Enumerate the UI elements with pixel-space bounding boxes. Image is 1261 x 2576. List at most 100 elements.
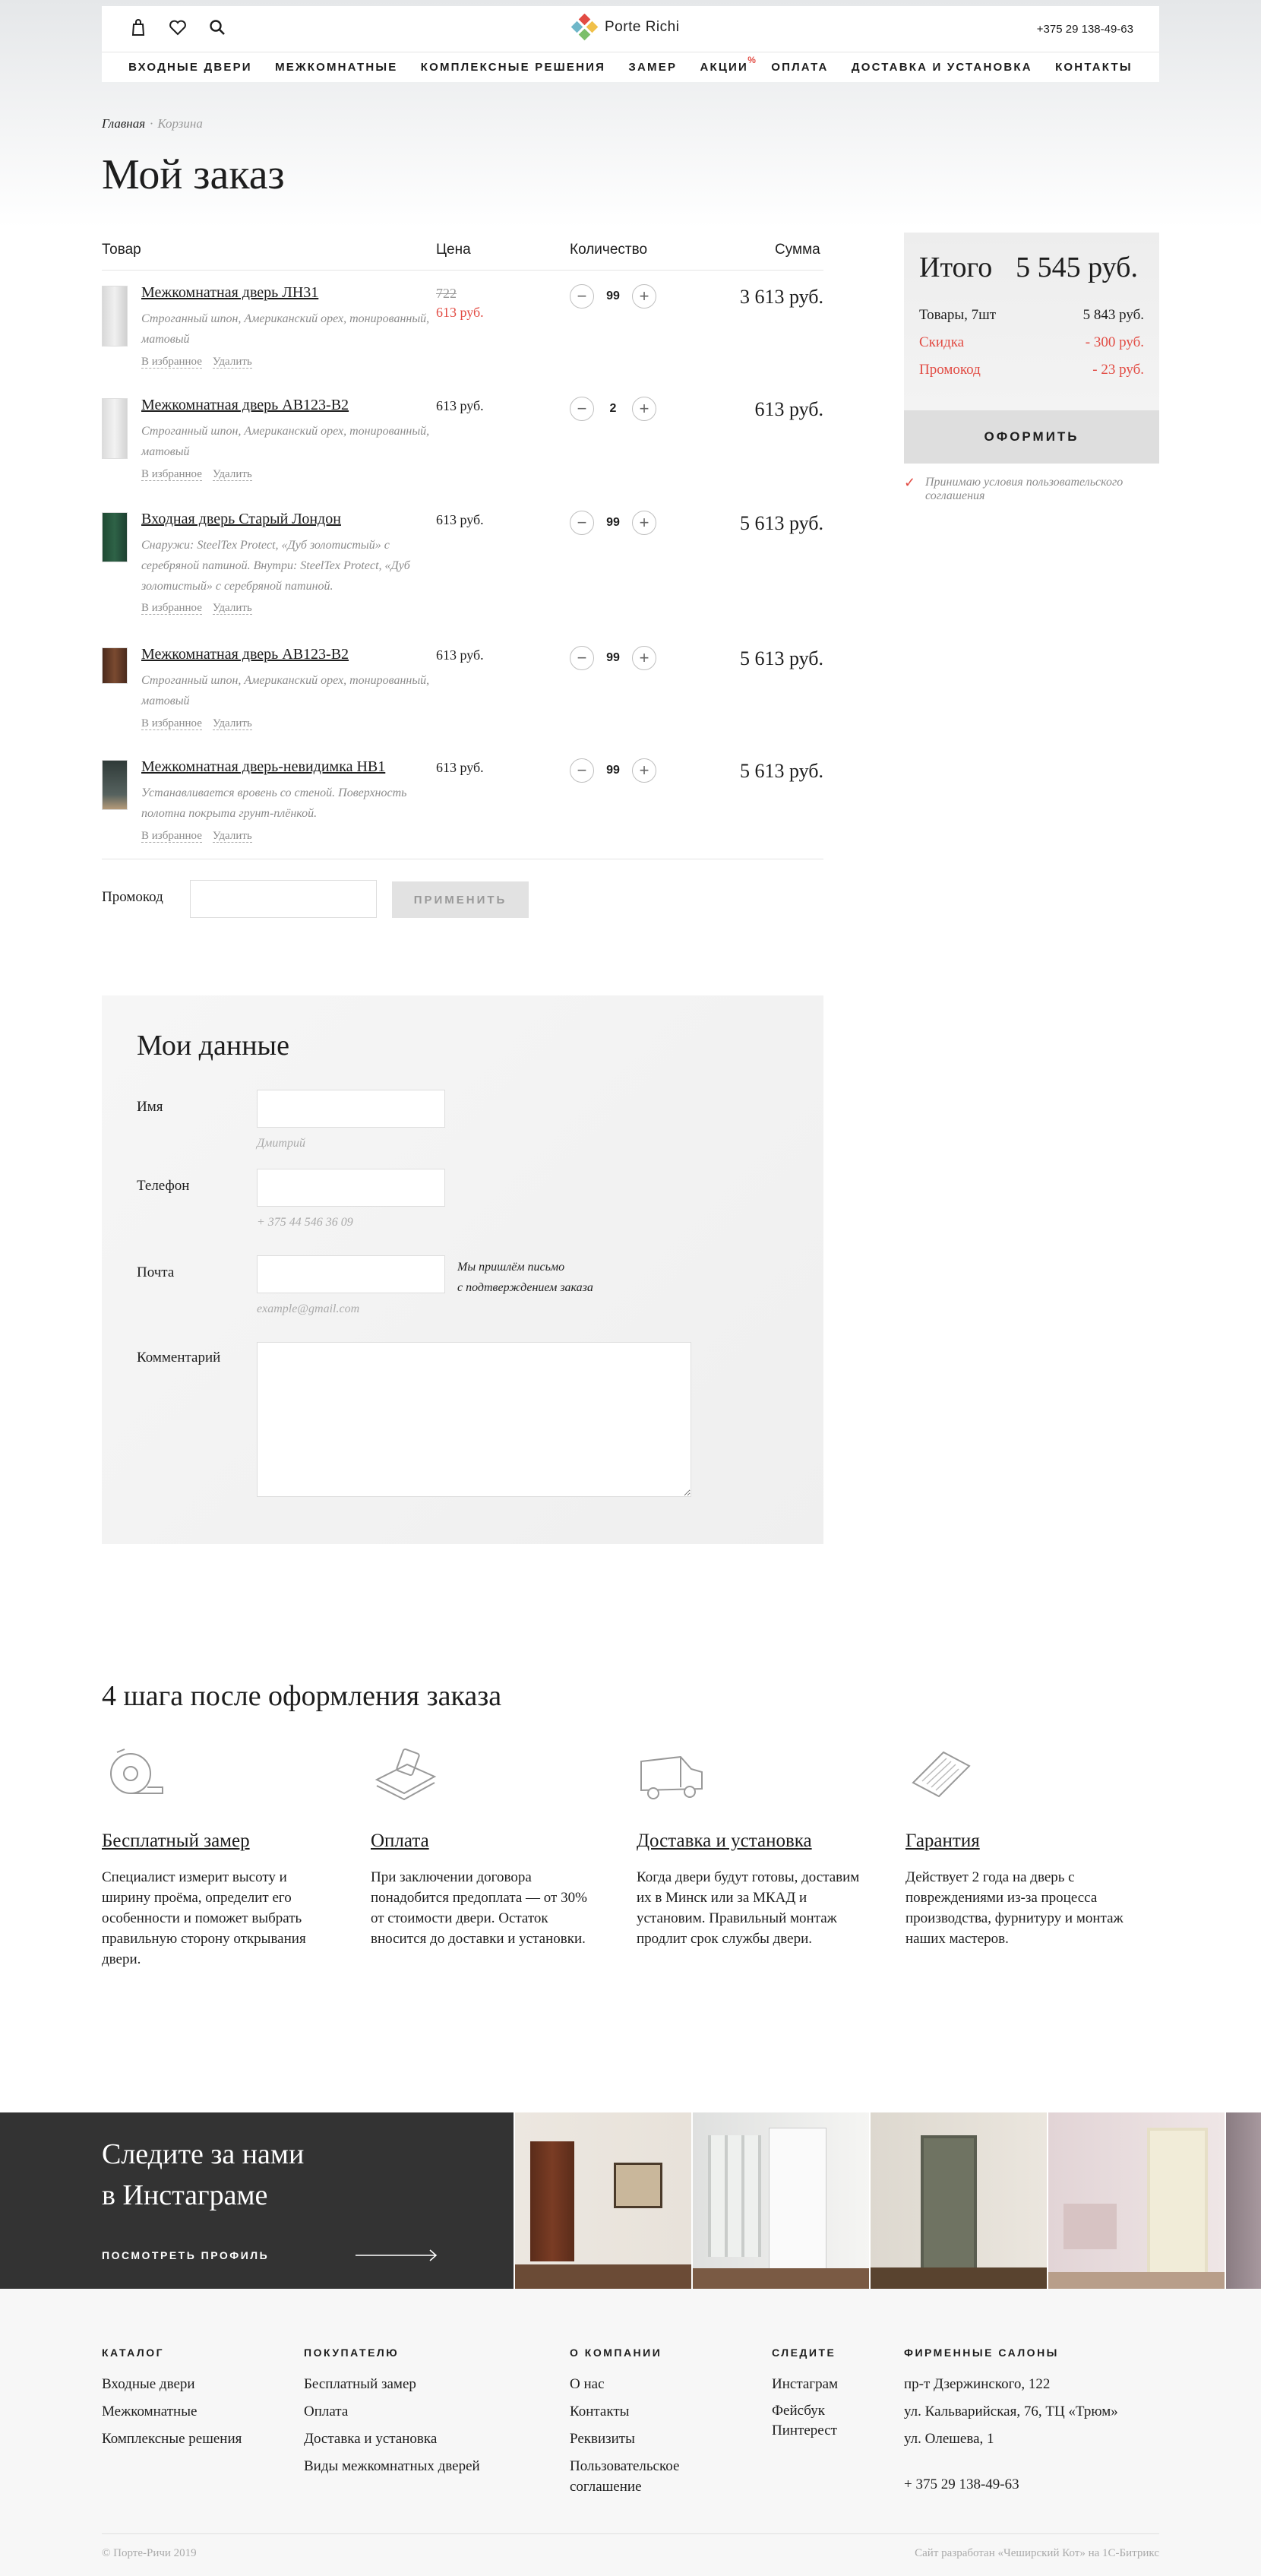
logo[interactable]: Porte Richi [571,12,679,43]
quantity-stepper: −99 + [570,646,656,670]
remove-link[interactable]: Удалить [212,468,252,481]
floor [1048,2272,1225,2289]
step-title: Гарантия [905,1831,980,1851]
product-name[interactable]: Входная дверь Старый Лондон [141,511,341,528]
product-name[interactable]: Межкомнатная дверь АВ123-В2 [141,646,349,663]
quantity-value[interactable]: 2 [602,402,624,416]
logo-mark-icon [571,14,599,41]
remove-link[interactable]: Удалить [212,717,252,730]
footer-column-buyer: ПОКУПАТЕЛЮ Бесплатный замер Оплата Доста… [304,2347,480,2480]
plus-button[interactable]: + [632,284,656,309]
footer-link[interactable]: Контакты [570,2398,706,2426]
checkout-button[interactable]: ОФОРМИТЬ [904,410,1159,464]
footer-link[interactable]: Комплексные решения [102,2426,242,2453]
developer-credit[interactable]: Сайт разработан «Чеширский Кот» на 1С-Би… [915,2547,1159,2560]
comment-field[interactable] [257,1342,691,1497]
footer-link[interactable]: Межкомнатные [102,2398,242,2426]
quantity-value[interactable]: 99 [602,764,624,777]
col-header-price: Цена [436,242,471,258]
quantity-value[interactable]: 99 [602,290,624,303]
view-profile-link[interactable]: ПОСМОТРЕТЬ ПРОФИЛЬ [102,2249,269,2261]
cart-item: Межкомнатная дверь-невидимка НВ1 Устанав… [102,758,823,881]
arrow-right-icon[interactable] [356,2248,439,2263]
product-thumbnail[interactable] [102,398,128,459]
footer-phone[interactable]: + 375 29 138-49-63 [904,2471,1118,2498]
footer-link[interactable]: Пользовательское соглашение [570,2456,706,2497]
instagram-title-line: в Инстаграме [102,2179,268,2211]
plus-button[interactable]: + [632,758,656,783]
cart-icon[interactable] [128,17,149,38]
footer-link-facebook[interactable]: Фейсбук [772,2401,838,2421]
nav-item-promos[interactable]: АКЦИИ% [700,55,756,74]
product-description: Строганный шпон, Американский орех, тони… [141,425,430,458]
favorite-link[interactable]: В избранное [141,356,202,369]
nav-item-entrance-doors[interactable]: ВХОДНЫЕ ДВЕРИ [128,61,252,74]
product-name[interactable]: Межкомнатная дверь-невидимка НВ1 [141,758,385,776]
header-phone[interactable]: +375 29 138-49-63 [1037,23,1133,36]
footer-link[interactable]: Виды межкомнатных дверей [304,2453,480,2480]
footer-link[interactable]: Бесплатный замер [304,2371,480,2398]
item-actions: В избранное Удалить [141,830,263,843]
footer-link[interactable]: О нас [570,2371,706,2398]
heart-icon[interactable] [167,17,188,38]
product-thumbnail[interactable] [102,647,128,684]
favorite-link[interactable]: В избранное [141,830,202,843]
phone-field[interactable] [257,1169,445,1207]
nav-item-measure[interactable]: ЗАМЕР [628,61,677,74]
quantity-value[interactable]: 99 [602,651,624,665]
footer-link-instagram[interactable]: Инстаграм [772,2371,838,2398]
nav-item-contacts[interactable]: КОНТАКТЫ [1055,61,1133,74]
step-title: Бесплатный замер [102,1831,250,1851]
quantity-value[interactable]: 99 [602,516,624,530]
product-thumbnail[interactable] [102,760,128,810]
product-thumbnail[interactable] [102,512,128,562]
product-description: Строганный шпон, Американский орех, тони… [141,674,430,707]
product-name[interactable]: Межкомнатная дверь ЛН31 [141,284,318,302]
favorite-link[interactable]: В избранное [141,468,202,481]
promo-input[interactable] [190,880,377,918]
instagram-photo[interactable] [693,2112,869,2289]
footer-column-title: СЛЕДИТЕ [772,2347,836,2359]
footer-column-follow: СЛЕДИТЕ Инстаграм Фейсбук Пинтерест [772,2347,838,2441]
remove-link[interactable]: Удалить [212,830,252,843]
minus-button[interactable]: − [570,397,594,421]
summary-title: Итого [919,252,993,283]
breadcrumb-current: Корзина [157,116,203,131]
instagram-photo[interactable] [515,2112,691,2289]
minus-button[interactable]: − [570,511,594,535]
minus-button[interactable]: − [570,758,594,783]
footer-link-pinterest[interactable]: Пинтерест [772,2421,838,2441]
email-field[interactable] [257,1255,445,1293]
plus-button[interactable]: + [632,646,656,670]
instagram-photo[interactable] [1048,2112,1225,2289]
favorite-link[interactable]: В избранное [141,717,202,730]
plus-button[interactable]: + [632,511,656,535]
apply-promo-button[interactable]: ПРИМЕНИТЬ [392,881,529,918]
remove-link[interactable]: Удалить [212,602,252,615]
remove-link[interactable]: Удалить [212,356,252,369]
minus-button[interactable]: − [570,284,594,309]
instagram-photo[interactable] [1226,2112,1261,2289]
footer-link[interactable]: Входные двери [102,2371,242,2398]
agreement-checkbox[interactable]: ✓ Принимаю условия пользовательского сог… [904,476,1159,503]
nav-item-interior[interactable]: МЕЖКОМНАТНЫЕ [275,61,397,74]
product-name[interactable]: Межкомнатная дверь АВ123-В2 [141,397,349,414]
footer-link[interactable]: Доставка и установка [304,2426,480,2453]
plus-button[interactable]: + [632,397,656,421]
divider [102,270,823,271]
nav-item-complex[interactable]: КОМПЛЕКСНЫЕ РЕШЕНИЯ [421,61,605,74]
instagram-photo[interactable] [871,2112,1047,2289]
discount-value: - 300 руб. [1085,334,1144,350]
nav-item-payment[interactable]: ОПЛАТА [771,61,828,74]
minus-button[interactable]: − [570,646,594,670]
footer-link[interactable]: Реквизиты [570,2426,706,2453]
footer-link[interactable]: Оплата [304,2398,480,2426]
email-hint: example@gmail.com [257,1302,360,1315]
nav-item-delivery[interactable]: ДОСТАВКА И УСТАНОВКА [852,61,1032,74]
item-actions: В избранное Удалить [141,356,263,369]
name-field[interactable] [257,1090,445,1128]
breadcrumb-home[interactable]: Главная [102,116,145,131]
favorite-link[interactable]: В избранное [141,602,202,615]
search-icon[interactable] [207,17,228,38]
product-thumbnail[interactable] [102,286,128,347]
